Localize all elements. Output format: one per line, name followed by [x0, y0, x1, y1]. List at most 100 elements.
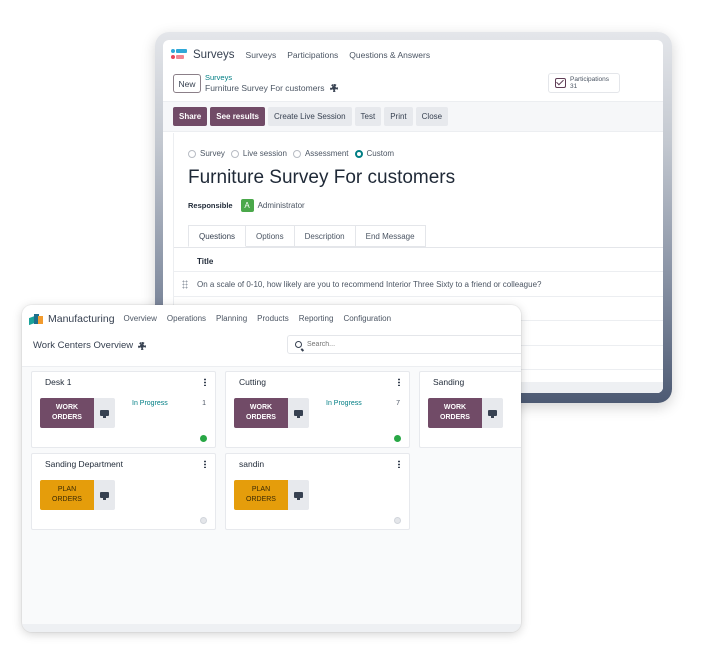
window-footer	[22, 624, 521, 632]
state-indicator	[394, 435, 401, 442]
work-center-card[interactable]: Sanding WORK ORDERS	[419, 371, 521, 448]
tab-end-message[interactable]: End Message	[355, 225, 426, 247]
work-orders-button[interactable]: WORK ORDERS	[428, 398, 482, 428]
button-label-line1: WORK	[55, 404, 79, 411]
divider	[174, 296, 663, 297]
kebab-menu-icon[interactable]	[204, 378, 206, 386]
button-label: WORK ORDERS	[440, 403, 470, 423]
menu-configuration[interactable]: Configuration	[343, 314, 391, 323]
manufacturing-app-name[interactable]: Manufacturing	[48, 313, 115, 325]
menu-questions-answers[interactable]: Questions & Answers	[349, 50, 430, 60]
work-orders-button[interactable]: WORK ORDERS	[234, 398, 288, 428]
work-center-name[interactable]: Desk 1	[45, 377, 71, 387]
work-center-display-button[interactable]	[94, 398, 115, 428]
tab-questions[interactable]: Questions	[188, 225, 247, 247]
control-panel: New Surveys Furniture Survey For custome…	[163, 70, 663, 102]
button-label-line2: ORDERS	[52, 414, 82, 421]
participations-count: 31	[570, 83, 578, 90]
action-bar: Share See results Create Live Session Te…	[163, 102, 663, 132]
surveys-app-name[interactable]: Surveys	[193, 49, 235, 61]
work-center-name[interactable]: Cutting	[239, 377, 266, 387]
see-results-button[interactable]: See results	[210, 107, 265, 126]
button-label-line2: ORDERS	[440, 414, 470, 421]
avatar: A	[240, 199, 254, 212]
radio-icon	[292, 149, 301, 158]
work-center-display-button[interactable]	[288, 480, 309, 510]
menu-reporting[interactable]: Reporting	[299, 314, 334, 323]
work-center-name[interactable]: sandin	[239, 459, 264, 469]
radio-survey[interactable]: Survey	[188, 149, 225, 158]
plan-orders-button[interactable]: PLAN ORDERS	[40, 480, 94, 510]
work-center-card[interactable]: Sanding Department PLAN ORDERS	[31, 453, 216, 530]
work-center-display-button[interactable]	[482, 398, 503, 428]
close-button[interactable]: Close	[415, 107, 449, 126]
responsible-value[interactable]: Administrator	[258, 201, 305, 210]
manufacturing-window: Manufacturing Overview Operations Planni…	[22, 305, 521, 632]
gear-icon[interactable]	[329, 84, 338, 92]
radio-live-session[interactable]: Live session	[230, 149, 287, 158]
breadcrumb-current: Furniture Survey For customers	[205, 83, 338, 93]
checkbox-icon	[555, 78, 566, 88]
search-icon[interactable]	[295, 341, 302, 348]
surveys-app-icon[interactable]	[171, 49, 187, 61]
test-button[interactable]: Test	[354, 107, 382, 126]
drag-handle-icon[interactable]	[182, 280, 188, 289]
work-center-name[interactable]: Sanding Department	[45, 459, 123, 469]
button-label: WORK ORDERS	[246, 403, 276, 423]
menu-participations[interactable]: Participations	[287, 50, 338, 60]
state-indicator	[394, 517, 401, 524]
plan-orders-button[interactable]: PLAN ORDERS	[234, 480, 288, 510]
work-center-card[interactable]: Desk 1 WORK ORDERS In Progress 1	[31, 371, 216, 448]
menu-products[interactable]: Products	[257, 314, 289, 323]
status-count: 1	[202, 400, 206, 407]
monitor-icon	[294, 410, 303, 418]
manufacturing-app-icon[interactable]	[29, 313, 43, 325]
work-orders-button[interactable]: WORK ORDERS	[40, 398, 94, 428]
radio-label: Assessment	[304, 149, 349, 158]
radio-label: Custom	[366, 149, 395, 158]
menu-overview[interactable]: Overview	[124, 314, 157, 323]
work-center-card[interactable]: Cutting WORK ORDERS In Progress 7	[225, 371, 410, 448]
status-link[interactable]: In Progress	[326, 400, 362, 407]
new-button[interactable]: New	[173, 74, 201, 93]
button-label-line2: ORDERS	[246, 496, 276, 503]
work-center-card[interactable]: sandin PLAN ORDERS	[225, 453, 410, 530]
kebab-menu-icon[interactable]	[398, 378, 400, 386]
table-row[interactable]: On a scale of 0-10, how likely are you t…	[197, 280, 541, 289]
kebab-menu-icon[interactable]	[398, 460, 400, 468]
gear-icon[interactable]	[138, 341, 147, 350]
search-input[interactable]	[307, 341, 457, 348]
divider	[174, 247, 663, 248]
kebab-menu-icon[interactable]	[204, 460, 206, 468]
menu-operations[interactable]: Operations	[167, 314, 206, 323]
page-title: Work Centers Overview	[33, 340, 147, 351]
tab-description[interactable]: Description	[294, 225, 356, 247]
responsible-field: Responsible A Administrator	[188, 199, 305, 212]
radio-icon	[188, 149, 196, 158]
menu-surveys[interactable]: Surveys	[246, 50, 277, 60]
breadcrumb-parent[interactable]: Surveys	[205, 73, 232, 82]
column-header-title[interactable]: Title	[197, 257, 213, 266]
monitor-icon	[100, 492, 109, 500]
notebook-tabs: Questions Options Description End Messag…	[188, 225, 426, 247]
radio-icon	[230, 149, 239, 158]
monitor-icon	[294, 492, 303, 500]
manufacturing-navbar: Manufacturing Overview Operations Planni…	[22, 305, 521, 332]
participations-label: Participations	[570, 76, 610, 83]
status-count: 7	[396, 400, 400, 407]
work-center-name[interactable]: Sanding	[433, 377, 464, 387]
tab-options[interactable]: Options	[246, 225, 295, 247]
participations-button[interactable]: Participations 31	[548, 73, 620, 93]
create-live-session-button[interactable]: Create Live Session	[267, 107, 352, 126]
state-indicator	[200, 435, 207, 442]
work-center-display-button[interactable]	[288, 398, 309, 428]
radio-assessment[interactable]: Assessment	[292, 149, 349, 158]
print-button[interactable]: Print	[384, 107, 413, 126]
control-panel: Work Centers Overview	[22, 332, 521, 367]
menu-planning[interactable]: Planning	[216, 314, 247, 323]
status-link[interactable]: In Progress	[132, 400, 168, 407]
work-center-display-button[interactable]	[94, 480, 115, 510]
survey-title[interactable]: Furniture Survey For customers	[188, 167, 455, 189]
share-button[interactable]: Share	[173, 107, 208, 126]
radio-custom[interactable]: Custom	[354, 149, 395, 158]
